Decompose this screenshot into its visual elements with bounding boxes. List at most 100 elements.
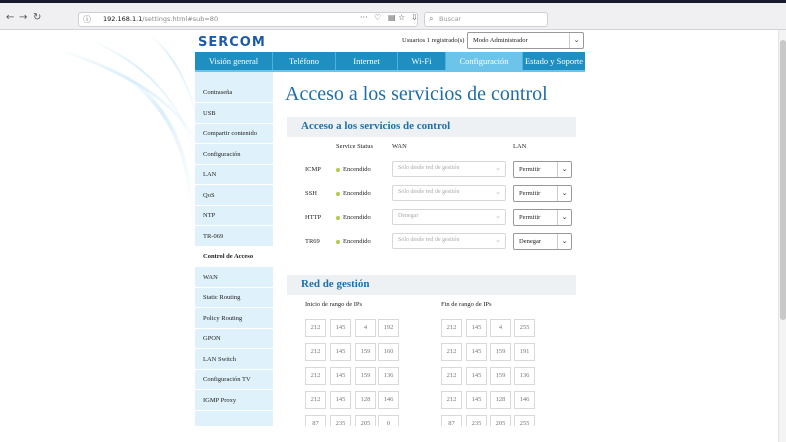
- mode-select[interactable]: Modo Administrador ⌄: [467, 32, 584, 49]
- sidebar-item-control-acceso[interactable]: Control de Acceso: [195, 247, 273, 267]
- mode-select-value: Modo Administrador: [473, 37, 528, 44]
- range-start-label: Inicio de rango de IPs: [305, 301, 363, 308]
- chevron-down-icon: ⌄: [495, 236, 501, 244]
- tab-telefono[interactable]: Teléfono: [273, 52, 336, 70]
- ip-octet-input[interactable]: 146: [514, 391, 535, 409]
- ip-octet-input[interactable]: 212: [305, 319, 326, 337]
- search-placeholder: Buscar: [439, 15, 462, 23]
- ip-octet-input[interactable]: 136: [378, 367, 399, 385]
- sidebar-item-gpon[interactable]: GPON: [195, 329, 273, 349]
- access-section-title: Acceso a los servicios de control: [301, 120, 451, 132]
- sidebar-item-usb[interactable]: USB: [195, 104, 273, 124]
- sidebar-item-igmp-proxy[interactable]: IGMP Proxy: [195, 391, 273, 411]
- ip-octet-input[interactable]: 136: [514, 367, 535, 385]
- pocket-icon[interactable]: ♡: [374, 13, 381, 22]
- ip-octet-input[interactable]: 145: [466, 343, 487, 361]
- download-icon[interactable]: ⇩: [411, 13, 418, 22]
- info-icon[interactable]: ⓘ: [83, 14, 91, 25]
- lan-select[interactable]: Permitir ⌄: [513, 161, 572, 178]
- ip-octet-input[interactable]: 128: [490, 391, 511, 409]
- ip-octet-input[interactable]: 4: [355, 319, 376, 337]
- chevron-down-icon: ⌄: [569, 33, 583, 48]
- ip-octet-input[interactable]: 255: [514, 319, 535, 337]
- wan-select[interactable]: Sólo desde red de gestión ⌄: [392, 185, 506, 201]
- mgmt-section-header: Red de gestión: [287, 275, 576, 295]
- ip-octet-input[interactable]: 145: [330, 391, 351, 409]
- bookmark-star-icon[interactable]: ☆: [398, 13, 405, 22]
- service-name: HTTP: [305, 214, 322, 221]
- sidebar-item-contrasena[interactable]: Contraseña: [195, 83, 273, 103]
- back-arrow-icon[interactable]: ←: [6, 12, 14, 23]
- ip-octet-input[interactable]: 212: [441, 391, 462, 409]
- search-bar[interactable]: ⌕ Buscar: [424, 12, 548, 27]
- ip-octet-input[interactable]: 145: [466, 319, 487, 337]
- url-text: 192.168.1.1/settings.html#sub=80: [103, 15, 219, 23]
- scrollbar-thumb[interactable]: [780, 40, 786, 320]
- ip-octet-input[interactable]: 192: [378, 319, 399, 337]
- ip-octet-input[interactable]: 159: [490, 343, 511, 361]
- ip-octet-input[interactable]: 212: [441, 367, 462, 385]
- sidebar-item-wan[interactable]: WAN: [195, 268, 273, 288]
- service-name: ICMP: [305, 166, 321, 173]
- more-icon[interactable]: ···: [360, 13, 368, 22]
- col-wan: WAN: [392, 143, 407, 150]
- ip-octet-input[interactable]: 160: [378, 343, 399, 361]
- tab-configuracion[interactable]: Configuración: [446, 52, 523, 70]
- sidebar-item-lan-switch[interactable]: LAN Switch: [195, 350, 273, 370]
- service-status: Encendido: [336, 214, 371, 221]
- ip-octet-input[interactable]: 212: [441, 319, 462, 337]
- service-status: Encendido: [336, 238, 371, 245]
- chevron-down-icon: ⌄: [557, 210, 571, 225]
- ip-octet-input[interactable]: 159: [355, 343, 376, 361]
- ip-octet-input[interactable]: 212: [441, 343, 462, 361]
- ip-octet-input[interactable]: 145: [466, 367, 487, 385]
- page-title: Acceso a los servicios de control: [285, 83, 548, 105]
- sidebar-item-ntp[interactable]: NTP: [195, 206, 273, 226]
- reader-icon[interactable]: ▤: [388, 13, 396, 22]
- tab-vision-general[interactable]: Visión general: [195, 52, 273, 70]
- page-scrollbar[interactable]: [778, 30, 786, 442]
- sidebar-item-compartir-contenido[interactable]: Compartir contenido: [195, 124, 273, 144]
- ip-octet-input[interactable]: 159: [355, 367, 376, 385]
- ip-octet-input[interactable]: 191: [514, 343, 535, 361]
- status-dot: [336, 191, 340, 196]
- ip-octet-input[interactable]: 212: [305, 343, 326, 361]
- wan-select[interactable]: Denegar ⌄: [392, 209, 506, 225]
- sidebar-item-qos[interactable]: QoS: [195, 186, 273, 206]
- wan-select[interactable]: Sólo desde red de gestión ⌄: [392, 233, 506, 249]
- chevron-down-icon: ⌄: [495, 212, 501, 220]
- forward-arrow-icon[interactable]: →: [19, 12, 27, 23]
- search-icon: ⌕: [429, 14, 434, 23]
- sidebar-item-policy-routing[interactable]: Policy Routing: [195, 309, 273, 329]
- access-section-header: Acceso a los servicios de control: [287, 117, 576, 137]
- page-bottom-edge: [0, 426, 786, 442]
- ip-octet-input[interactable]: 159: [490, 367, 511, 385]
- mgmt-section-title: Red de gestión: [301, 278, 370, 290]
- tab-estado-soporte[interactable]: Estado y Soporte: [523, 52, 585, 70]
- lan-select[interactable]: Denegar ⌄: [513, 233, 572, 250]
- ip-octet-input[interactable]: 146: [378, 391, 399, 409]
- ip-octet-input[interactable]: 212: [305, 367, 326, 385]
- ip-octet-input[interactable]: 4: [490, 319, 511, 337]
- sidebar-item-configuracion-tv[interactable]: Configuración TV: [195, 370, 273, 390]
- ip-octet-input[interactable]: 145: [330, 367, 351, 385]
- sidebar-item-static-routing[interactable]: Static Routing: [195, 288, 273, 308]
- ip-octet-input[interactable]: 212: [305, 391, 326, 409]
- ip-octet-input[interactable]: 145: [466, 391, 487, 409]
- lan-select[interactable]: Permitir ⌄: [513, 209, 572, 226]
- wan-select[interactable]: Sólo desde red de gestión ⌄: [392, 161, 506, 177]
- ip-octet-input[interactable]: 145: [330, 343, 351, 361]
- reload-icon[interactable]: ↻: [33, 12, 41, 23]
- sidebar-item-tr069[interactable]: TR-069: [195, 227, 273, 247]
- ip-octet-input[interactable]: 145: [330, 319, 351, 337]
- sidebar-item-lan[interactable]: LAN: [195, 165, 273, 185]
- sidebar-item-configuracion[interactable]: Configuración: [195, 145, 273, 165]
- lan-select[interactable]: Permitir ⌄: [513, 185, 572, 202]
- tab-wifi[interactable]: Wi-Fi: [398, 52, 446, 70]
- status-dot: [336, 239, 340, 244]
- ip-octet-input[interactable]: 128: [355, 391, 376, 409]
- chevron-down-icon: ⌄: [557, 234, 571, 249]
- tab-internet[interactable]: Internet: [336, 52, 398, 70]
- window-top-edge: [0, 0, 786, 3]
- chevron-down-icon: ⌄: [557, 186, 571, 201]
